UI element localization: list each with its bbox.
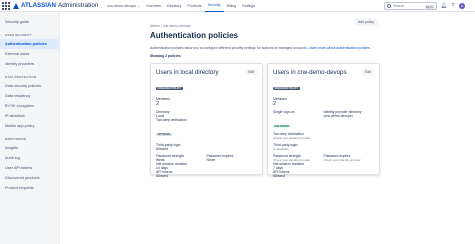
- policy-count: Showing 2 policies: [150, 54, 181, 59]
- sidebar-item-ip-allowlists[interactable]: IP allowlists: [0, 111, 59, 121]
- main-content: Admin / crw-demo-devops Authentication p…: [60, 12, 475, 244]
- sidebar-heading-data-protection: DATA PROTECTION: [5, 75, 37, 79]
- sidebar-item-external-users[interactable]: External users: [0, 49, 59, 59]
- nav-security[interactable]: Security: [204, 0, 224, 12]
- managed-policy-badge: MANAGED POLICY: [273, 87, 300, 91]
- password-expires-value: Never: [206, 158, 216, 163]
- brand-name: ATLASSIAN: [21, 2, 56, 9]
- help-icon[interactable]: ?: [450, 3, 456, 9]
- policy-card-crw-demo-devops: Users in crw-demo-devops MANAGED POLICY …: [267, 63, 380, 179]
- notifications-icon[interactable]: 🔔︎: [441, 3, 447, 9]
- sidebar-item-security-guide[interactable]: Security guide: [0, 17, 59, 27]
- idp-directory-value[interactable]: (crw-demo-devops): [324, 114, 375, 118]
- sidebar: Security guide USER SECURITY Authenticat…: [0, 12, 60, 244]
- policy-cards: Users in local directory MANAGED POLICY …: [150, 63, 380, 179]
- search-input[interactable]: Search BETA: [384, 2, 437, 10]
- sidebar-heading-user-security: USER SECURITY: [5, 33, 32, 37]
- learn-more-link[interactable]: Learn more about authentication policies: [309, 46, 370, 50]
- sidebar-item-identity-providers[interactable]: Identity providers: [0, 59, 59, 69]
- api-tokens-value: Allowed: [156, 174, 168, 179]
- policy-card-local-directory: Users in local directory MANAGED POLICY …: [150, 63, 263, 179]
- search-beta-badge: BETA: [424, 4, 434, 9]
- search-placeholder: Search: [393, 4, 405, 8]
- description-text: Authentication policies allow you to con…: [150, 46, 308, 50]
- org-switcher[interactable]: crw-demo-devops ⌄: [104, 0, 143, 12]
- edit-button[interactable]: Edit: [245, 69, 257, 76]
- nav-billing[interactable]: Billing: [224, 0, 240, 12]
- page-title: Authentication policies: [150, 31, 239, 40]
- sidebar-item-data-security-policies[interactable]: Data security policies: [0, 81, 59, 91]
- nav-overview[interactable]: Overview: [143, 0, 164, 12]
- avatar[interactable]: A: [459, 3, 465, 9]
- sidebar-item-audit-log[interactable]: Audit log: [0, 153, 59, 163]
- app-switcher-icon[interactable]: [2, 1, 10, 10]
- sidebar-item-byok-encryption[interactable]: BYOK encryption: [0, 101, 59, 111]
- sso-enforced-badge: ENFORCED: [273, 125, 291, 129]
- atlassian-logo[interactable]: ATLASSIAN Administration: [13, 2, 98, 9]
- managed-policy-badge: MANAGED POLICY: [156, 87, 183, 91]
- two-step-badge: OPTIONAL: [156, 133, 173, 137]
- sidebar-item-product-requests[interactable]: Product requests: [0, 183, 59, 193]
- edit-button[interactable]: Edit: [362, 69, 374, 76]
- search-icon: [387, 4, 391, 8]
- product-name: Administration: [57, 2, 99, 9]
- sidebar-item-mobile-app-policy[interactable]: Mobile app policy: [0, 121, 59, 131]
- nav-settings[interactable]: Settings: [239, 0, 258, 12]
- page-description: Authentication policies allow you to con…: [150, 46, 390, 50]
- password-expires-sub: Check your identity provider: [323, 158, 361, 163]
- nav-products[interactable]: Products: [184, 0, 204, 12]
- sidebar-item-authentication-policies[interactable]: Authentication policies: [0, 39, 59, 49]
- nav-directory[interactable]: Directory: [164, 0, 184, 12]
- api-tokens-value: Allowed: [273, 174, 285, 179]
- members-count[interactable]: 2: [156, 101, 257, 107]
- breadcrumb[interactable]: Admin / crw-demo-devops: [150, 24, 380, 28]
- sidebar-item-user-api-tokens[interactable]: User API tokens: [0, 163, 59, 173]
- two-step-sub: Check your identity provider: [273, 136, 311, 141]
- top-nav: crw-demo-devops ⌄ Overview Directory Pro…: [104, 0, 258, 12]
- sidebar-item-discovered-products[interactable]: Discovered products: [0, 173, 59, 183]
- sso-label: Single sign-on: [273, 110, 295, 115]
- policy-card-title: Users in crw-demo-devops: [273, 69, 347, 77]
- sidebar-item-insights[interactable]: Insights: [0, 143, 59, 153]
- top-navigation-bar: ATLASSIAN Administration crw-demo-devops…: [0, 0, 475, 12]
- two-step-label: Two-step verification: [156, 118, 187, 123]
- policy-card-title: Users in local directory: [156, 69, 219, 77]
- add-policy-button[interactable]: Add policy: [353, 18, 378, 26]
- sidebar-item-data-residency[interactable]: Data residency: [0, 91, 59, 101]
- sidebar-heading-monitoring: MONITORING: [5, 137, 27, 141]
- atlassian-logo-icon: [13, 2, 19, 9]
